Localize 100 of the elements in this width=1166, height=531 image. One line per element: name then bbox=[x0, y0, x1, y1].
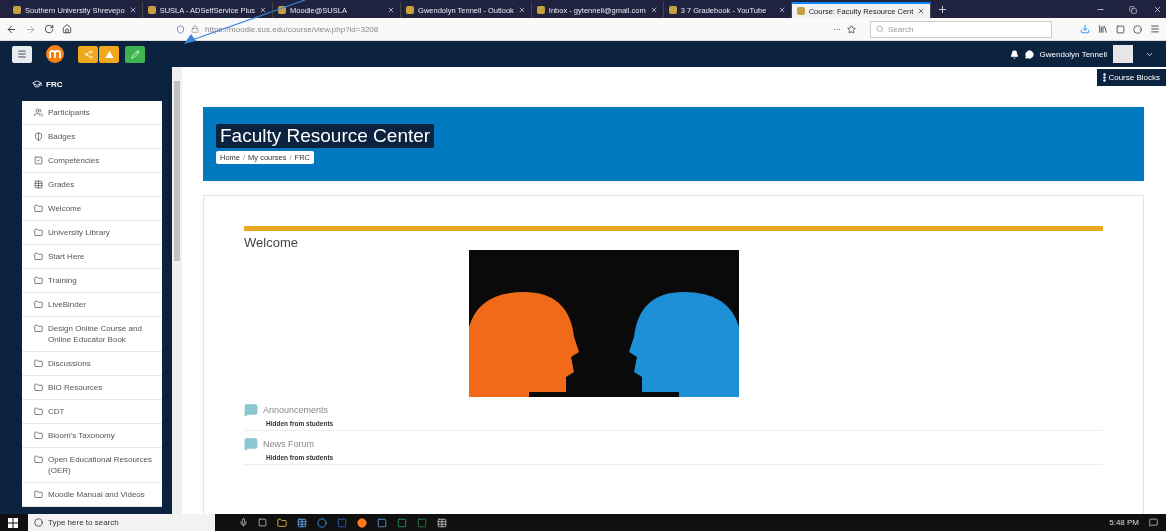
microphone-icon[interactable] bbox=[239, 518, 248, 527]
close-icon[interactable] bbox=[517, 6, 526, 14]
menu-icon bbox=[17, 49, 27, 59]
menu-button[interactable] bbox=[12, 45, 32, 63]
scrollbar-thumb[interactable] bbox=[174, 81, 180, 261]
sidebar-item-label: Welcome bbox=[48, 203, 82, 214]
app-icon[interactable] bbox=[297, 517, 307, 528]
restore-icon[interactable] bbox=[1129, 6, 1137, 14]
sidebar-item[interactable]: University Library bbox=[22, 221, 162, 245]
sidebar-item[interactable]: Training bbox=[22, 269, 162, 293]
sidebar-item[interactable]: CDT bbox=[22, 400, 162, 424]
sidebar-item-label: Open Educational Resources (OER) bbox=[48, 454, 154, 476]
favicon-icon bbox=[13, 6, 21, 14]
sidebar-item-label: Badges bbox=[48, 131, 76, 142]
course-blocks-button[interactable]: Course Blocks bbox=[1097, 69, 1166, 86]
sidebar-item-label: Grades bbox=[48, 179, 75, 190]
folder-icon bbox=[34, 228, 43, 237]
people-icon bbox=[34, 108, 43, 117]
activity-link[interactable]: Announcements bbox=[263, 405, 329, 415]
new-tab-icon[interactable] bbox=[937, 4, 949, 15]
menu-icon[interactable] bbox=[1150, 24, 1160, 34]
folder-icon[interactable] bbox=[277, 517, 287, 528]
sidebar-icon[interactable] bbox=[1116, 24, 1125, 34]
triangle-icon bbox=[104, 49, 114, 59]
folder-icon bbox=[34, 276, 43, 285]
edit-button[interactable] bbox=[125, 45, 145, 63]
task-view-icon[interactable] bbox=[258, 518, 267, 527]
sidebar-item[interactable]: Open Educational Resources (OER) bbox=[22, 448, 162, 483]
forum-icon bbox=[244, 437, 258, 451]
taskbar-search-field[interactable]: Type here to search bbox=[28, 514, 215, 531]
sidebar-item-label: University Library bbox=[48, 227, 110, 238]
activity-link[interactable]: News Forum bbox=[263, 439, 314, 449]
vertical-dots-icon bbox=[1103, 73, 1107, 82]
sidebar-item[interactable]: Design Online Course and Online Educator Book bbox=[22, 317, 162, 352]
forum-icon bbox=[244, 403, 258, 417]
shield-icon[interactable] bbox=[176, 24, 185, 34]
sidebar-item-label: LiveBinder bbox=[48, 299, 86, 310]
folder-icon bbox=[34, 300, 43, 309]
sidebar-item-label: Start Here bbox=[48, 251, 85, 262]
search-icon bbox=[876, 25, 884, 33]
message-icon[interactable] bbox=[1024, 49, 1034, 59]
close-icon[interactable] bbox=[917, 7, 926, 15]
close-icon[interactable] bbox=[777, 6, 786, 14]
favicon-icon bbox=[406, 6, 415, 14]
close-icon[interactable] bbox=[128, 6, 137, 14]
folder-icon bbox=[34, 431, 43, 440]
close-icon[interactable] bbox=[259, 6, 268, 14]
folder-icon bbox=[34, 383, 43, 392]
folder-icon bbox=[34, 252, 43, 261]
user-name[interactable]: Gwendolyn Tennell bbox=[1039, 49, 1107, 59]
warning-button[interactable] bbox=[99, 45, 119, 63]
app-icon[interactable] bbox=[377, 517, 387, 528]
sidebar-item[interactable]: Bloom's Taxonomy bbox=[22, 424, 162, 448]
sidebar-item-label: Design Online Course and Online Educator Book bbox=[48, 323, 143, 345]
pencil-icon bbox=[130, 49, 140, 59]
windows-icon[interactable] bbox=[8, 517, 18, 528]
sidebar-item[interactable]: Grades bbox=[22, 173, 162, 197]
sidebar-item[interactable]: Start Here bbox=[22, 245, 162, 269]
reload-icon[interactable] bbox=[44, 24, 54, 34]
sidebar-item-label: Discussions bbox=[48, 358, 91, 369]
sidebar-item[interactable]: BIO Resources bbox=[22, 376, 162, 400]
folder-icon bbox=[34, 490, 43, 499]
lock-icon[interactable] bbox=[191, 25, 199, 33]
sidebar-item[interactable]: Participants bbox=[22, 101, 162, 125]
sidebar-item[interactable]: LiveBinder bbox=[22, 293, 162, 317]
folder-icon bbox=[34, 204, 43, 213]
sidebar-item-label: Participants bbox=[48, 107, 90, 118]
library-icon[interactable] bbox=[1098, 24, 1108, 34]
close-icon[interactable] bbox=[387, 6, 396, 14]
favicon-icon bbox=[147, 6, 156, 14]
sidebar-item-label: CDT bbox=[48, 406, 65, 417]
logo-icon[interactable] bbox=[46, 45, 64, 63]
sidebar-item-label: Moodle Manual and Videos bbox=[48, 489, 145, 500]
favicon-icon bbox=[796, 7, 805, 15]
sidebar-item[interactable]: Moodle Manual and Videos bbox=[22, 483, 162, 507]
sidebar-title-text[interactable]: FRC bbox=[46, 79, 63, 89]
sidebar-item-label: Competencies bbox=[48, 155, 100, 166]
clock[interactable]: 5:48 PM bbox=[1109, 518, 1139, 527]
check-icon bbox=[34, 156, 43, 165]
favicon-icon bbox=[536, 6, 545, 14]
share-button[interactable] bbox=[78, 45, 98, 63]
app-icon[interactable] bbox=[397, 517, 407, 528]
sidebar-item-label: Training bbox=[48, 275, 77, 286]
sidebar-item[interactable]: Welcome bbox=[22, 197, 162, 221]
close-icon[interactable] bbox=[649, 6, 658, 14]
table-icon bbox=[34, 180, 43, 189]
page-title: Faculty Resource Center bbox=[216, 124, 435, 148]
account-icon[interactable] bbox=[1133, 24, 1142, 34]
home-icon[interactable] bbox=[62, 24, 72, 34]
sidebar-item[interactable]: Competencies bbox=[22, 149, 162, 173]
star-icon[interactable] bbox=[847, 24, 856, 34]
circle-icon bbox=[34, 518, 43, 527]
graduation-cap-icon bbox=[32, 79, 42, 89]
back-icon[interactable] bbox=[6, 23, 17, 35]
sidebar-item[interactable]: Discussions bbox=[22, 352, 162, 376]
folder-icon bbox=[34, 407, 43, 416]
notification-icon[interactable] bbox=[1009, 49, 1019, 59]
sidebar-item[interactable]: Badges bbox=[22, 125, 162, 149]
close-icon[interactable] bbox=[1153, 5, 1162, 14]
favicon-icon bbox=[668, 6, 677, 14]
